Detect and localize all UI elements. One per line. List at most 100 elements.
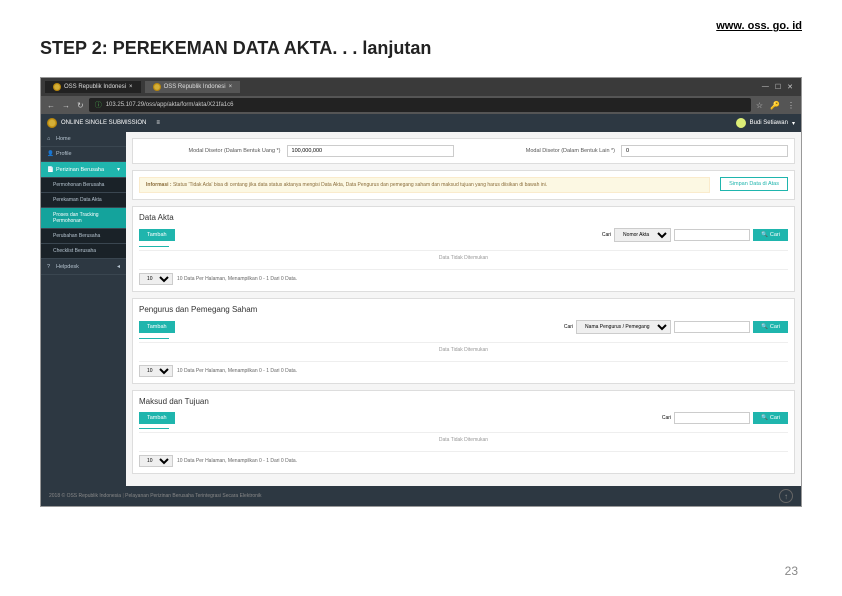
address-bar: ← → ↻ ⓘ 103.25.107.29/oss/app/akta/form/… [41,96,801,114]
user-menu[interactable]: Budi Setiawan ▾ [736,118,795,128]
copyright-text: 2018 © OSS Republik Indonesia [49,493,121,499]
user-name: Budi Setiawan [750,120,788,126]
minimize-icon[interactable]: — [762,83,769,91]
section-pengurus: Pengurus dan Pemegang Saham Tambah Cari … [132,298,795,384]
pager: 10 10 Data Per Halaman, Menampilkan 0 - … [139,361,788,377]
alert-prefix: Informasi : [146,182,172,188]
back-icon[interactable]: ← [45,101,57,110]
modal-panel: Modal Disetor (Dalam Bentuk Uang *) Moda… [132,138,795,164]
section-data-akta: Data Akta Tambah Cari Nomor Akta 🔍Cari D… [132,206,795,292]
browser-tab[interactable]: OSS Republik Indonesi × [145,81,241,93]
sidebar-item-perizinan[interactable]: 📄 Perizinan Berusaha ▾ [41,162,126,178]
app-title-text: ONLINE SINGLE SUBMISSION [61,120,146,126]
tab-label: OSS Republik Indonesi [164,84,226,90]
arrow-up-icon: ↑ [784,492,788,501]
home-icon: ⌂ [47,136,53,142]
filter-select[interactable]: Nomor Akta [614,228,671,242]
divider [139,428,169,429]
help-icon: ? [47,264,53,270]
close-icon[interactable]: × [229,84,233,90]
close-icon[interactable]: × [129,84,133,90]
filter-select[interactable]: Nama Pengurus / Pemegang [576,320,671,334]
modal-uang-input[interactable] [287,145,454,157]
search-icon: 🔍 [761,232,768,238]
search-label: Cari [564,324,573,330]
pager-text: 10 Data Per Halaman, Menampilkan 0 - 1 D… [177,458,297,464]
garuda-icon [53,83,61,91]
search-label: Cari [662,415,671,421]
user-icon: 👤 [47,151,53,157]
url-link[interactable]: www. oss. go. id [40,20,802,32]
star-icon[interactable]: ☆ [754,101,765,110]
modal-lain-input[interactable] [621,145,788,157]
chevron-down-icon: ▾ [117,166,120,173]
chevron-left-icon: ◂ [117,263,120,270]
avatar [736,118,746,128]
maximize-icon[interactable]: ☐ [775,83,781,91]
main-content: Modal Disetor (Dalam Bentuk Uang *) Moda… [126,132,801,486]
forward-icon[interactable]: → [60,101,72,110]
sidebar-item-perekaman[interactable]: Perekaman Data Akta [41,193,126,208]
garuda-icon [47,118,57,128]
alert-text: Status 'Tidak Ada' bisa di centang jika … [173,182,547,188]
close-icon[interactable]: ✕ [787,83,793,91]
search-button[interactable]: 🔍Cari [753,321,788,333]
search-button[interactable]: 🔍Cari [753,412,788,424]
page-title: STEP 2: PEREKEMAN DATA AKTA. . . lanjuta… [40,38,802,59]
save-panel: Informasi : Status 'Tidak Ada' bisa di c… [132,170,795,200]
sidebar-item-label: Permohonan Berusaha [53,182,104,188]
empty-message: Data Tidak Ditemukan [139,342,788,357]
search-label: Cari [602,232,611,238]
browser-tab[interactable]: OSS Republik Indonesi × [45,81,141,93]
search-icon: 🔍 [761,324,768,330]
section-title: Data Akta [139,213,788,222]
section-maksud: Maksud dan Tujuan Tambah Cari 🔍Cari Data… [132,390,795,474]
add-button[interactable]: Tambah [139,412,175,424]
scroll-top-button[interactable]: ↑ [779,489,793,503]
page-size-select[interactable]: 10 [139,273,173,285]
sidebar-item-perubahan[interactable]: Perubahan Berusaha [41,229,126,244]
sidebar-item-permohonan[interactable]: Permohonan Berusaha [41,178,126,193]
sidebar-item-profile[interactable]: 👤 Profile [41,147,126,162]
info-icon: ⓘ [95,100,102,110]
pager: 10 10 Data Per Halaman, Menampilkan 0 - … [139,451,788,467]
add-button[interactable]: Tambah [139,321,175,333]
modal-lain-label: Modal Disetor (Dalam Bentuk Lain *) [474,148,616,154]
page-size-select[interactable]: 10 [139,365,173,377]
search-input[interactable] [674,229,750,241]
app-header: ONLINE SINGLE SUBMISSION ≡ Budi Setiawan… [41,114,801,132]
sidebar-item-helpdesk[interactable]: ? Helpdesk ◂ [41,259,126,275]
search-input[interactable] [674,321,750,333]
sidebar: ⌂ Home 👤 Profile 📄 Perizinan Berusaha ▾ … [41,132,126,486]
section-title: Maksud dan Tujuan [139,397,788,406]
empty-message: Data Tidak Ditemukan [139,432,788,447]
section-title: Pengurus dan Pemegang Saham [139,305,788,314]
search-icon: 🔍 [761,415,768,421]
tagline-text: Pelayanan Perizinan Berusaha Terintegras… [125,493,261,499]
browser-window: OSS Republik Indonesi × OSS Republik Ind… [40,77,802,507]
url-input[interactable]: ⓘ 103.25.107.29/oss/app/akta/form/akta/X… [89,98,751,112]
search-button[interactable]: 🔍Cari [753,229,788,241]
page-size-select[interactable]: 10 [139,455,173,467]
divider [139,338,169,339]
pager-text: 10 Data Per Halaman, Menampilkan 0 - 1 D… [177,368,297,374]
sidebar-item-label: Perekaman Data Akta [53,197,102,203]
search-input[interactable] [674,412,750,424]
pager: 10 10 Data Per Halaman, Menampilkan 0 - … [139,269,788,285]
sidebar-item-label: Profile [56,151,72,157]
sidebar-item-tracking[interactable]: Proses dan Tracking Permohonan [41,208,126,229]
pager-text: 10 Data Per Halaman, Menampilkan 0 - 1 D… [177,276,297,282]
save-button[interactable]: Simpan Data di Atas [720,177,788,191]
menu-icon[interactable]: ⋮ [785,101,797,110]
sidebar-item-label: Checklist Berusaha [53,248,96,254]
app-footer: 2018 © OSS Republik Indonesia | Pelayana… [41,486,801,506]
reload-icon[interactable]: ↻ [75,101,86,110]
sidebar-item-checklist[interactable]: Checklist Berusaha [41,244,126,259]
key-icon[interactable]: 🔑 [768,101,782,110]
add-button[interactable]: Tambah [139,229,175,241]
sidebar-item-home[interactable]: ⌂ Home [41,132,126,147]
garuda-icon [153,83,161,91]
hamburger-icon[interactable]: ≡ [156,120,160,126]
slide-page-number: 23 [785,564,798,578]
sidebar-item-label: Proses dan Tracking Permohonan [53,212,120,224]
